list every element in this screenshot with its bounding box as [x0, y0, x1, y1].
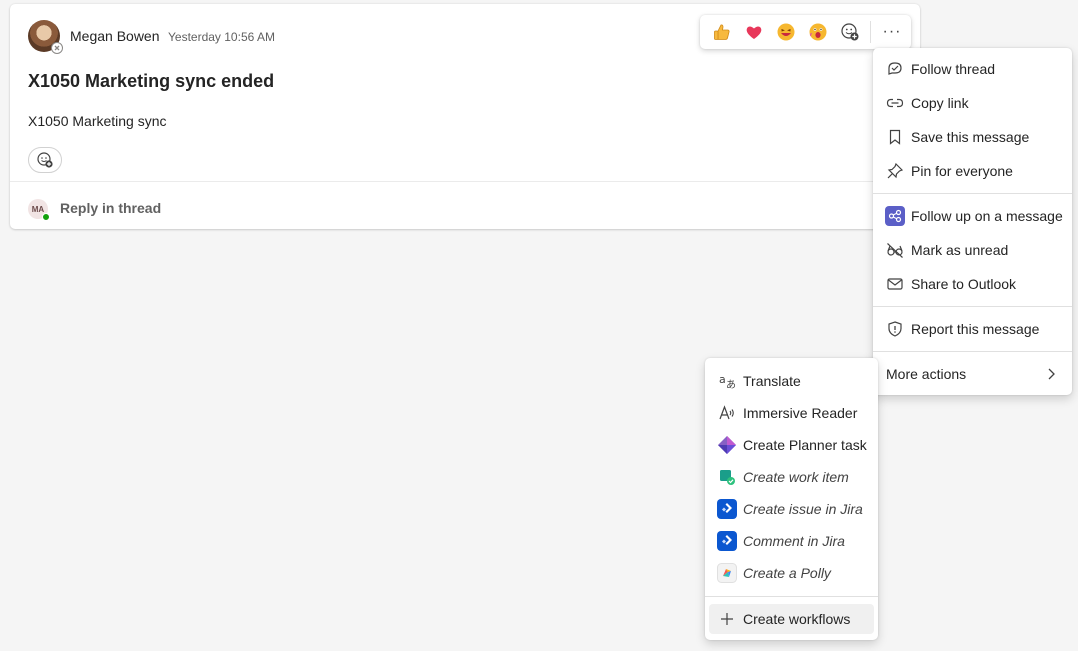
presence-offline-icon	[51, 42, 63, 54]
laughing-face-icon	[777, 23, 795, 41]
menu-item-pin-for-everyone[interactable]: Pin for everyone	[877, 156, 1068, 186]
reply-avatar: MA	[28, 199, 50, 221]
menu-item-share-outlook[interactable]: Share to Outlook	[877, 269, 1068, 299]
thumbs-up-icon	[714, 24, 730, 40]
author-avatar[interactable]	[28, 20, 63, 54]
presence-available-icon	[42, 213, 50, 221]
reply-in-thread-button[interactable]: Reply in thread	[60, 200, 161, 216]
menu-divider	[873, 351, 1072, 352]
more-actions-submenu: aあ Translate Immersive Reader Create Pla…	[705, 358, 878, 640]
laugh-reaction-button[interactable]	[770, 16, 802, 48]
menu-item-follow-up[interactable]: Follow up on a message	[877, 201, 1068, 231]
planner-icon	[717, 435, 737, 455]
menu-item-copy-link[interactable]: Copy link	[877, 88, 1068, 118]
menu-divider	[873, 306, 1072, 307]
work-item-icon	[717, 467, 737, 487]
menu-item-more-actions[interactable]: More actions	[877, 359, 1068, 389]
emoji-add-icon	[37, 152, 53, 168]
submenu-item-translate[interactable]: aあ Translate	[709, 366, 874, 396]
submenu-item-jira-issue[interactable]: Create issue in Jira	[709, 494, 874, 524]
pin-icon	[885, 161, 905, 181]
menu-item-save-message[interactable]: Save this message	[877, 122, 1068, 152]
like-reaction-button[interactable]	[706, 16, 738, 48]
immersive-reader-icon	[717, 403, 737, 423]
message-timestamp: Yesterday 10:56 AM	[168, 30, 275, 44]
message-body: X1050 Marketing sync	[28, 113, 167, 129]
menu-item-follow-thread[interactable]: Follow thread	[877, 54, 1068, 84]
shield-icon	[885, 319, 905, 339]
heart-icon	[746, 26, 762, 39]
submenu-item-immersive-reader[interactable]: Immersive Reader	[709, 398, 874, 428]
translate-icon: aあ	[717, 371, 737, 391]
surprised-reaction-button[interactable]	[802, 16, 834, 48]
reaction-bar: ···	[700, 15, 911, 49]
reply-avatar-initials: MA	[31, 204, 45, 214]
menu-divider	[873, 193, 1072, 194]
jira-icon	[717, 499, 737, 519]
mail-icon	[885, 274, 905, 294]
menu-divider	[705, 596, 878, 597]
svg-text:あ: あ	[726, 379, 736, 390]
polly-icon	[717, 563, 737, 583]
menu-item-mark-unread[interactable]: Mark as unread	[877, 235, 1068, 265]
more-options-button[interactable]: ···	[876, 16, 908, 48]
menu-item-report-message[interactable]: Report this message	[877, 314, 1068, 344]
link-icon	[885, 93, 905, 113]
surprised-face-icon	[809, 23, 827, 41]
message-title: X1050 Marketing sync ended	[28, 71, 275, 91]
author-name[interactable]: Megan Bowen	[70, 28, 160, 44]
card-divider	[10, 181, 920, 182]
submenu-item-jira-comment[interactable]: Comment in Jira	[709, 526, 874, 556]
follow-up-app-icon	[885, 206, 905, 226]
svg-text:a: a	[719, 373, 726, 386]
message-context-menu: Follow thread Copy link Save this messag…	[873, 48, 1072, 395]
unread-icon	[885, 240, 905, 260]
bookmark-icon	[885, 127, 905, 147]
submenu-item-polly[interactable]: Create a Polly	[709, 558, 874, 588]
reaction-bar-divider	[870, 21, 871, 43]
submenu-item-work-item[interactable]: Create work item	[709, 462, 874, 492]
emoji-add-icon	[841, 23, 859, 41]
submenu-item-planner-task[interactable]: Create Planner task	[709, 430, 874, 460]
plus-icon	[717, 609, 737, 629]
follow-thread-icon	[885, 59, 905, 79]
submenu-item-create-workflows[interactable]: Create workflows	[709, 604, 874, 634]
add-reaction-button[interactable]	[28, 147, 62, 173]
jira-icon	[717, 531, 737, 551]
heart-reaction-button[interactable]	[738, 16, 770, 48]
chevron-right-icon	[1044, 366, 1058, 385]
more-reactions-button[interactable]	[834, 16, 866, 48]
